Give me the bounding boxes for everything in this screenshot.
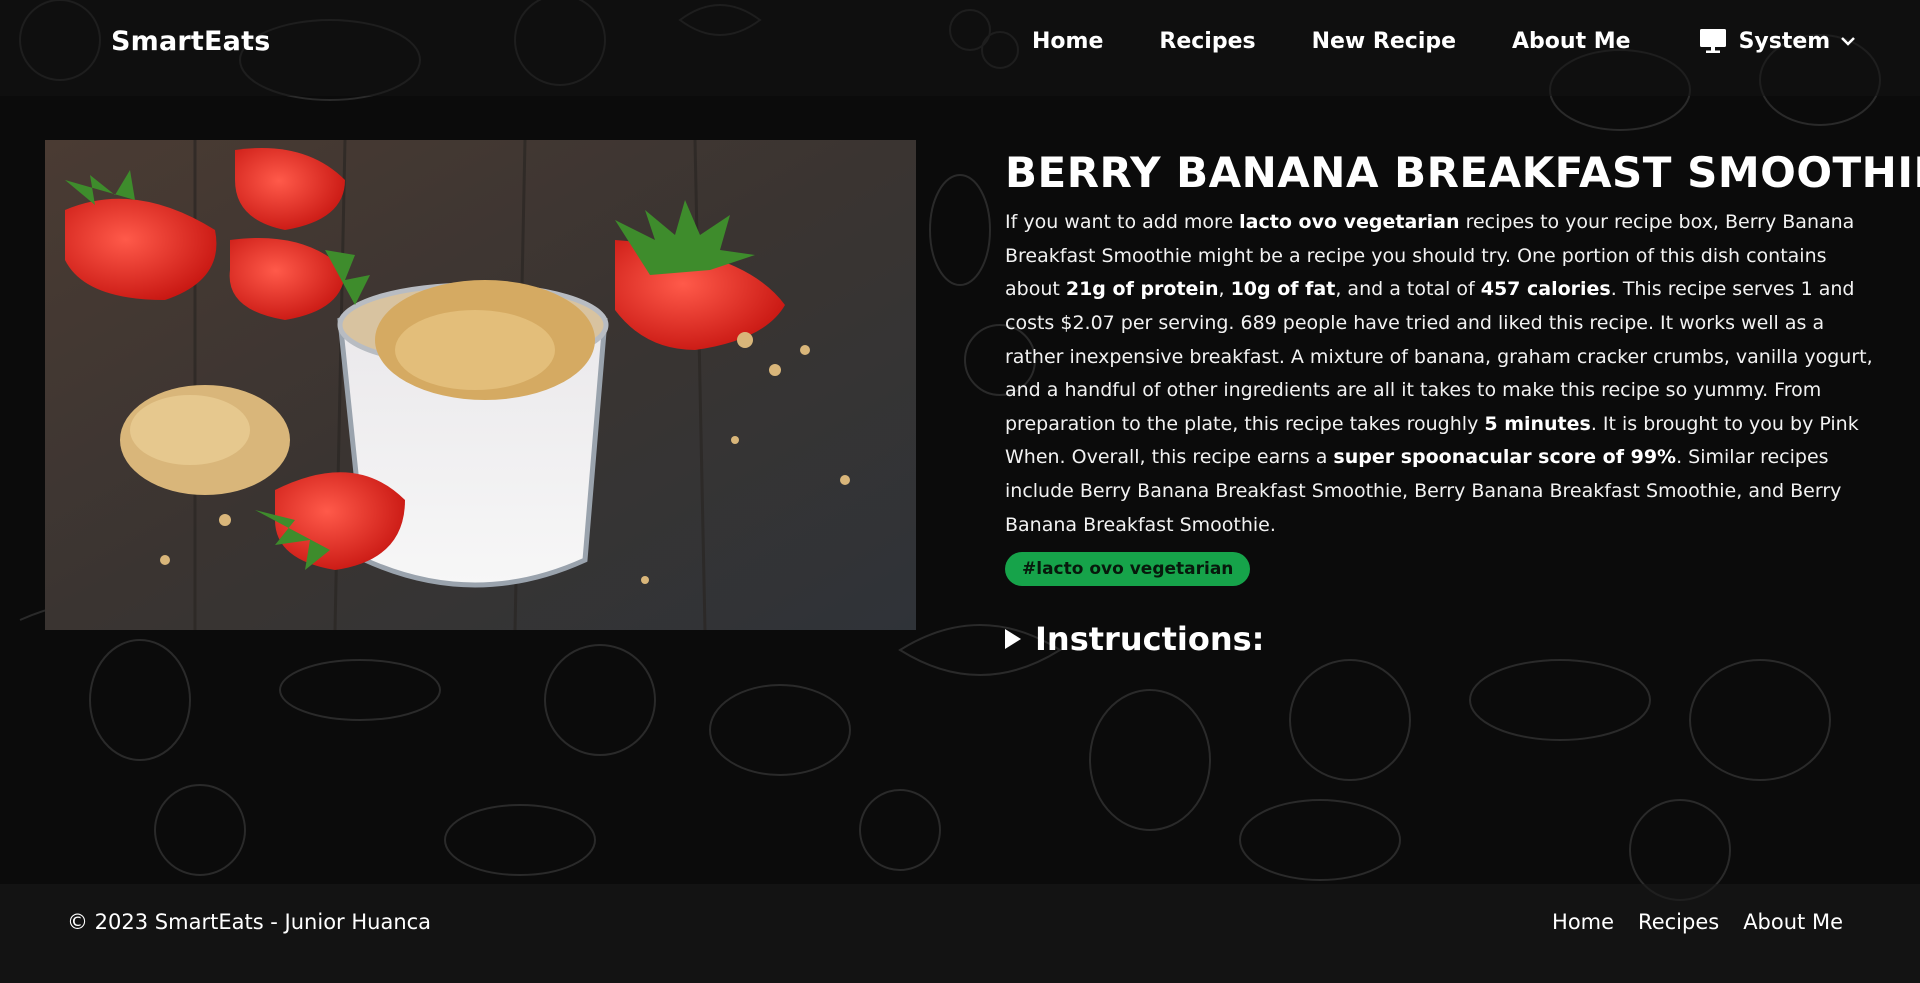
nav-recipes[interactable]: Recipes [1159,29,1255,54]
recipe-image [45,140,916,630]
theme-label: System [1738,28,1831,54]
summary-calories: 457 calories [1480,278,1611,301]
instructions-label: Instructions: [1035,620,1265,659]
summary-score: super spoonacular score of 99% [1333,446,1677,469]
disclosure-triangle-icon [1005,629,1021,650]
monitor-icon [1699,29,1726,53]
summary-diet: lacto ovo vegetarian [1239,211,1460,234]
footer-link-home[interactable]: Home [1552,910,1614,934]
recipe-photo [45,140,916,630]
recipe-title: BERRY BANANA BREAKFAST SMOOTHIE [1005,148,1920,197]
summary-time: 5 minutes [1484,412,1591,435]
footer-nav: Home Recipes About Me [1528,910,1843,934]
brand-logo[interactable]: SmartEats [111,26,270,57]
summary-protein: 21g of protein [1065,278,1219,301]
nav-home[interactable]: Home [1032,29,1103,54]
footer-link-recipes[interactable]: Recipes [1638,910,1719,934]
copyright-text: © 2023 SmartEats - Junior Huanca [67,910,432,934]
site-header: SmartEats Home Recipes New Recipe About … [0,0,1920,96]
instructions-toggle[interactable]: Instructions: [1005,620,1885,658]
chevron-down-icon [1841,37,1856,46]
theme-selector[interactable]: System [1699,28,1857,54]
site-footer: © 2023 SmartEats - Junior Huanca Home Re… [0,884,1920,983]
summary-text: . This recipe serves 1 and costs $2.07 p… [1005,278,1873,435]
nav-new-recipe[interactable]: New Recipe [1312,29,1456,54]
summary-text: , [1218,278,1231,301]
footer-link-about-me[interactable]: About Me [1743,910,1843,934]
diet-tag[interactable]: #lacto ovo vegetarian [1005,552,1251,587]
summary-text: If you want to add more [1005,211,1240,234]
summary-fat: 10g of fat [1230,278,1336,301]
recipe-details: BERRY BANANA BREAKFAST SMOOTHIE If you w… [1005,148,1920,658]
recipe-summary: If you want to add more lacto ovo vegeta… [1005,206,1875,542]
nav-about-me[interactable]: About Me [1512,29,1631,54]
main-nav: Home Recipes New Recipe About Me System [1032,28,1856,54]
summary-text: , and a total of [1335,278,1481,301]
